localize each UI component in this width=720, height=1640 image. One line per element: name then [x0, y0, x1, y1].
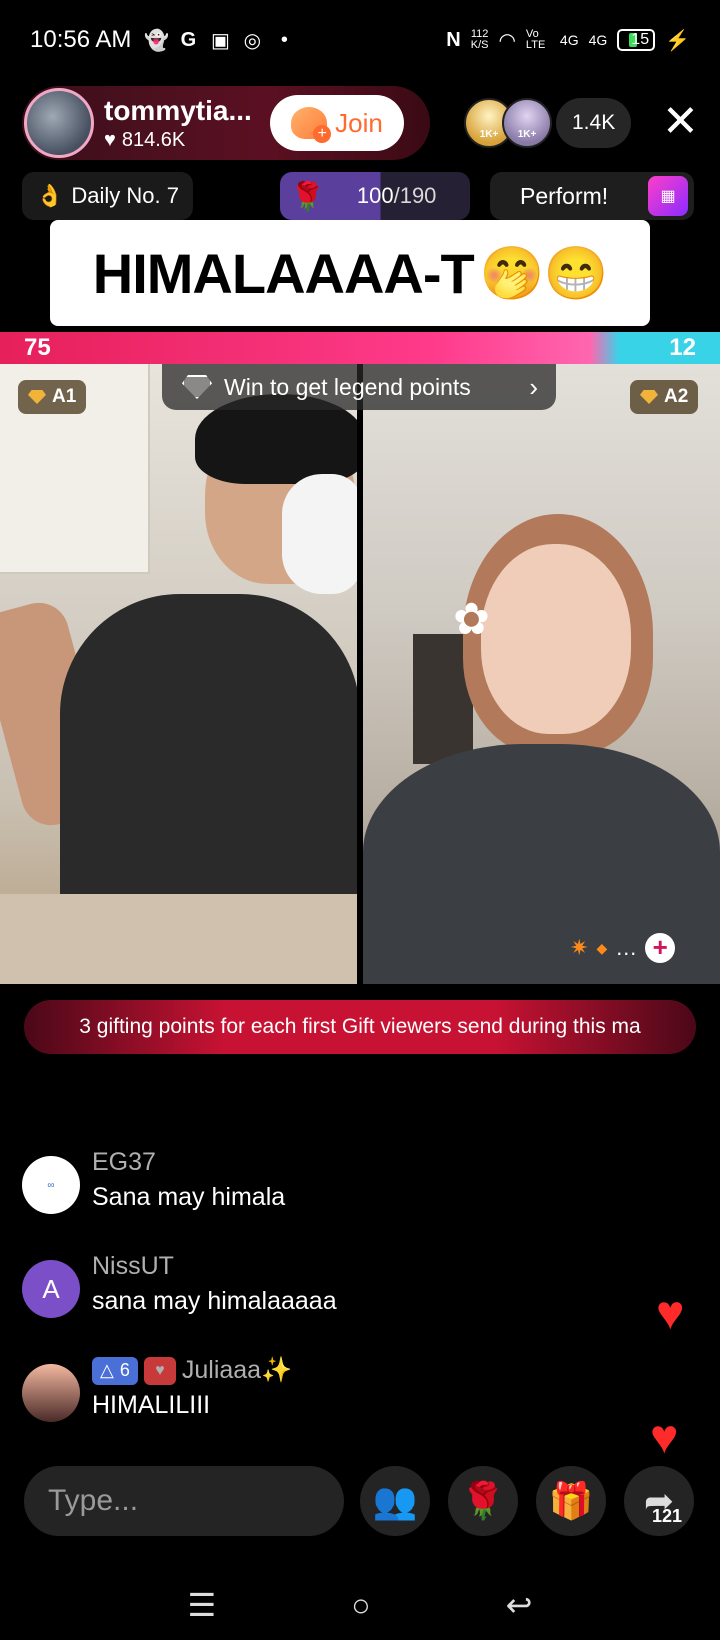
status-bar: 10:56 AM 👻 G ▣ ◎ • N 112 K/S ◠ Vo LTE 4G …	[0, 0, 720, 80]
heart-icon: ♥	[104, 128, 116, 151]
rose-goal-current: 100	[356, 183, 394, 208]
emoji-icon: 🤭😁	[479, 244, 608, 303]
fan-heart-icon: ♥	[143, 1356, 176, 1385]
chat-username[interactable]: EG37	[92, 1148, 285, 1177]
participant-tag-a1: A1	[18, 380, 87, 414]
left-video-feed[interactable]	[0, 364, 357, 984]
gift-button[interactable]: 🎁	[536, 1466, 606, 1536]
chat-message: △ 6 ♥ Juliaaa✨ HIMALILIII	[22, 1356, 622, 1460]
battery-icon: 15	[617, 29, 656, 51]
level-badge: △ 6	[92, 1356, 138, 1385]
viewer-list[interactable]: 1K+ 1K+ 1.4K	[464, 98, 632, 148]
system-nav-bar: ☰ ○ ↩	[0, 1570, 720, 1640]
level-icon: △	[100, 1360, 114, 1380]
diamond-icon	[640, 390, 658, 404]
right-video-feed[interactable]: ✿	[363, 364, 720, 984]
host-name: tommytia...	[104, 94, 252, 126]
gem-icon	[182, 375, 212, 399]
rose-gift-button[interactable]: 🌹	[448, 1466, 518, 1536]
rose-goal-progress[interactable]: 🌹 100/190	[280, 172, 470, 220]
guests-button[interactable]: 👥	[360, 1466, 430, 1536]
join-heart-icon	[291, 107, 332, 143]
perform-icon: ▦	[648, 176, 688, 216]
chevron-right-icon: ›	[529, 371, 538, 402]
floating-heart-icon: ♥	[656, 1287, 685, 1340]
gifting-points-banner: 3 gifting points for each first Gift vie…	[24, 1000, 696, 1054]
add-icon[interactable]: +	[645, 933, 676, 963]
right-score: 12	[669, 334, 696, 361]
chat-text: sana may himalaaaaa	[92, 1287, 337, 1315]
left-score: 75	[24, 334, 51, 361]
flower-icon: ✿	[453, 595, 490, 644]
app-icon: ▣	[210, 29, 230, 52]
chat-message: A NissUT sana may himalaaaaa	[22, 1252, 622, 1356]
status-app-icons: 👻 G ▣ ◎ •	[143, 28, 295, 52]
home-icon[interactable]: ○	[351, 1587, 370, 1624]
guests-icon: 👥	[372, 1480, 418, 1521]
google-icon: G	[180, 28, 197, 51]
volte-icon: Vo LTE	[525, 28, 546, 51]
host-info-pill[interactable]: tommytia... ♥ 814.6K Join	[22, 86, 430, 160]
signal-icon: 4G	[559, 32, 579, 48]
chat-message: ∞ EG37 Sana may himala	[22, 1148, 622, 1252]
close-icon[interactable]: ✕	[662, 100, 699, 144]
live-caption: HIMALAAAA-T 🤭😁	[50, 220, 650, 326]
daily-rank-badge[interactable]: 👌 Daily No. 7	[22, 172, 193, 220]
nfc-icon: N	[446, 28, 461, 51]
chat-username[interactable]: NissUT	[92, 1252, 337, 1281]
share-count: 121	[652, 1506, 683, 1526]
status-time: 10:56 AM	[30, 26, 132, 53]
sparkle-icon: ✷	[570, 935, 589, 960]
reaction-strip[interactable]: ✷ ◆ … +	[570, 928, 690, 968]
avatar[interactable]	[22, 1364, 80, 1422]
comment-input[interactable]: Type...	[24, 1466, 344, 1536]
status-right: N 112 K/S ◠ Vo LTE 4G 4G 15 ⚡	[446, 28, 690, 53]
rose-goal-total: /190	[393, 183, 437, 208]
recents-icon[interactable]: ☰	[188, 1586, 217, 1624]
more-icon: …	[615, 935, 638, 960]
chat-username-row[interactable]: △ 6 ♥ Juliaaa✨	[92, 1356, 292, 1385]
wifi-icon: ◠	[498, 29, 516, 52]
chat-list: ∞ EG37 Sana may himala A NissUT sana may…	[22, 1148, 622, 1460]
legend-points-banner[interactable]: Win to get legend points ›	[162, 364, 556, 410]
signal-icon: 4G	[588, 32, 608, 48]
avatar[interactable]: A	[22, 1260, 80, 1318]
host-avatar[interactable]	[24, 88, 94, 158]
more-dot-icon: •	[280, 28, 288, 51]
perform-button[interactable]: Perform! ▦	[490, 172, 694, 220]
participant-tag-a2: A2	[630, 380, 699, 414]
avatar[interactable]: ∞	[22, 1156, 80, 1214]
join-button[interactable]: Join	[270, 95, 404, 151]
floating-heart-icon: ♥	[650, 1411, 679, 1464]
chat-text: HIMALILIII	[92, 1391, 211, 1419]
rose-icon: 🌹	[460, 1480, 506, 1521]
back-icon[interactable]: ↩	[506, 1586, 533, 1624]
top-viewer-avatar[interactable]: 1K+	[502, 98, 552, 148]
snapchat-icon: 👻	[143, 29, 169, 52]
fire-hand-icon: 👌	[36, 183, 64, 208]
rose-icon: 🌹	[290, 180, 325, 212]
viewer-count[interactable]: 1.4K	[556, 98, 632, 148]
dot-icon: ◆	[596, 939, 608, 956]
instagram-icon: ◎	[243, 29, 262, 52]
battle-score-bar: 75 12	[0, 332, 720, 364]
diamond-icon	[28, 390, 46, 404]
charging-icon: ⚡	[665, 29, 690, 52]
host-likes: ♥ 814.6K	[104, 128, 186, 151]
chat-username: Juliaaa✨	[181, 1356, 293, 1384]
net-speed: 112 K/S	[470, 28, 489, 51]
chat-text: Sana may himala	[92, 1183, 286, 1211]
gift-icon: 🎁	[548, 1480, 594, 1521]
